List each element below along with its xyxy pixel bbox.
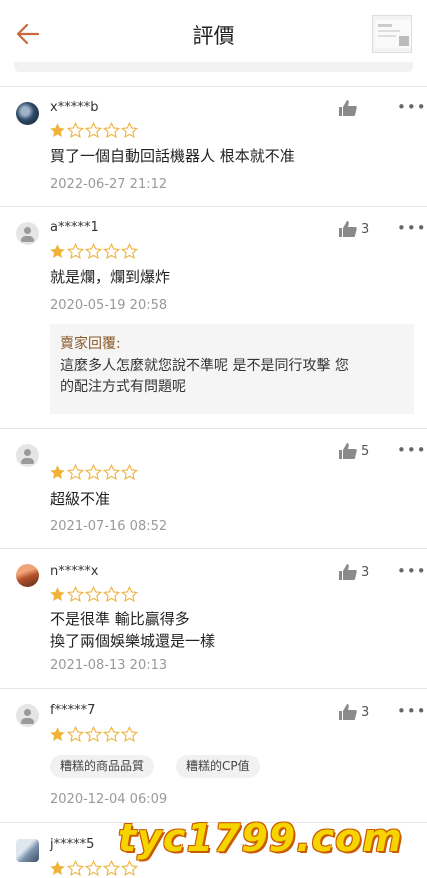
review-date: 2021-08-13 20:13 (50, 658, 168, 673)
avatar (16, 704, 39, 727)
review-item: n*****x 3 ••• 不是很準 輸比贏得多 換了兩個娛樂城還是一樣 202… (0, 548, 427, 688)
star-empty-icon (67, 586, 84, 603)
avatar (16, 564, 39, 587)
star-empty-icon (85, 464, 102, 481)
star-empty-icon (67, 464, 84, 481)
star-empty-icon (103, 586, 120, 603)
star-rating (49, 586, 138, 604)
star-rating (49, 122, 138, 140)
review-item: a*****1 3 ••• 就是爛，爛到爆炸 2020-05-19 20:58 … (0, 206, 427, 428)
star-rating (49, 464, 138, 482)
review-item: x*****b ••• 買了一個自動回話機器人 根本就不准 2022-06-27… (0, 86, 427, 204)
star-empty-icon (85, 860, 102, 877)
review-date: 2021-07-16 08:52 (50, 519, 168, 534)
more-options-button[interactable]: ••• (397, 98, 427, 116)
star-empty-icon (121, 586, 138, 603)
star-empty-icon (103, 122, 120, 139)
review-tag: 糟糕的CP值 (176, 755, 260, 778)
thumbs-up-icon[interactable] (338, 99, 358, 117)
review-date: 2022-06-27 21:12 (50, 177, 168, 192)
review-item: f*****7 3 ••• 糟糕的商品品質 糟糕的CP值 2020-12-04 … (0, 688, 427, 820)
star-empty-icon (85, 243, 102, 260)
star-empty-icon (103, 464, 120, 481)
star-empty-icon (103, 726, 120, 743)
star-empty-icon (121, 243, 138, 260)
like-count: 3 (361, 222, 370, 237)
star-empty-icon (67, 243, 84, 260)
star-empty-icon (67, 122, 84, 139)
review-tag: 糟糕的商品品質 (50, 755, 155, 778)
seller-reply-text: 這麼多人怎麼就您說不準呢 是不是同行攻擊 您 的配注方式有問題呢 (60, 356, 404, 398)
star-rating (49, 243, 138, 261)
review-text: 買了一個自動回話機器人 根本就不准 (50, 147, 295, 165)
star-filled-icon (50, 727, 65, 741)
star-empty-icon (121, 726, 138, 743)
thumbs-up-icon[interactable] (338, 703, 358, 721)
review-text: 不是很準 輸比贏得多 換了兩個娛樂城還是一樣 (50, 608, 215, 652)
more-options-button[interactable]: ••• (397, 219, 427, 237)
more-options-button[interactable]: ••• (397, 702, 427, 720)
avatar (16, 222, 39, 245)
review-username: j*****5 (50, 837, 95, 852)
thumbs-up-icon[interactable] (338, 563, 358, 581)
more-options-button[interactable]: ••• (397, 562, 427, 580)
seller-reply-label: 賣家回覆: (60, 336, 121, 352)
star-filled-icon (50, 465, 65, 479)
star-empty-icon (85, 586, 102, 603)
star-rating (49, 860, 138, 878)
star-empty-icon (67, 726, 84, 743)
review-text: 就是爛，爛到爆炸 (50, 268, 171, 286)
product-thumbnail[interactable] (372, 15, 412, 53)
avatar (16, 839, 39, 862)
star-empty-icon (85, 726, 102, 743)
review-text-line: 不是很準 輸比贏得多 (50, 610, 190, 628)
like-count: 3 (361, 705, 370, 720)
review-username: f*****7 (50, 703, 96, 718)
header-bar: 評價 (0, 0, 427, 72)
like-count: 5 (361, 444, 370, 459)
review-text-line: 換了兩個娛樂城還是一樣 (50, 632, 216, 650)
like-count: 3 (361, 565, 370, 580)
review-username: a*****1 (50, 220, 99, 235)
star-empty-icon (121, 122, 138, 139)
thumbs-up-icon[interactable] (338, 442, 358, 460)
review-item: 5 ••• 超級不准 2021-07-16 08:52 (0, 428, 427, 548)
avatar (16, 444, 39, 467)
star-empty-icon (103, 243, 120, 260)
avatar (16, 102, 39, 125)
review-date: 2020-12-04 06:09 (50, 792, 168, 807)
review-username: x*****b (50, 100, 99, 115)
page-title: 評價 (192, 24, 235, 48)
star-rating (49, 726, 138, 744)
watermark: tyc1799.com (118, 816, 403, 860)
thumbs-up-icon[interactable] (338, 220, 358, 238)
seller-reply-line: 的配注方式有問題呢 (60, 379, 186, 395)
seller-reply: 賣家回覆: 這麼多人怎麼就您說不準呢 是不是同行攻擊 您 的配注方式有問題呢 (50, 324, 414, 414)
star-empty-icon (67, 860, 84, 877)
star-empty-icon (121, 464, 138, 481)
star-filled-icon (50, 244, 65, 258)
star-empty-icon (103, 860, 120, 877)
star-filled-icon (50, 587, 65, 601)
header-divider-band (14, 62, 413, 72)
review-text: 超級不准 (50, 490, 111, 508)
review-date: 2020-05-19 20:58 (50, 298, 168, 313)
star-empty-icon (85, 122, 102, 139)
seller-reply-line: 這麼多人怎麼就您說不準呢 是不是同行攻擊 您 (60, 358, 349, 374)
star-filled-icon (50, 123, 65, 137)
review-username: n*****x (50, 564, 99, 579)
more-options-button[interactable]: ••• (397, 441, 427, 459)
star-empty-icon (121, 860, 138, 877)
star-filled-icon (50, 861, 65, 875)
